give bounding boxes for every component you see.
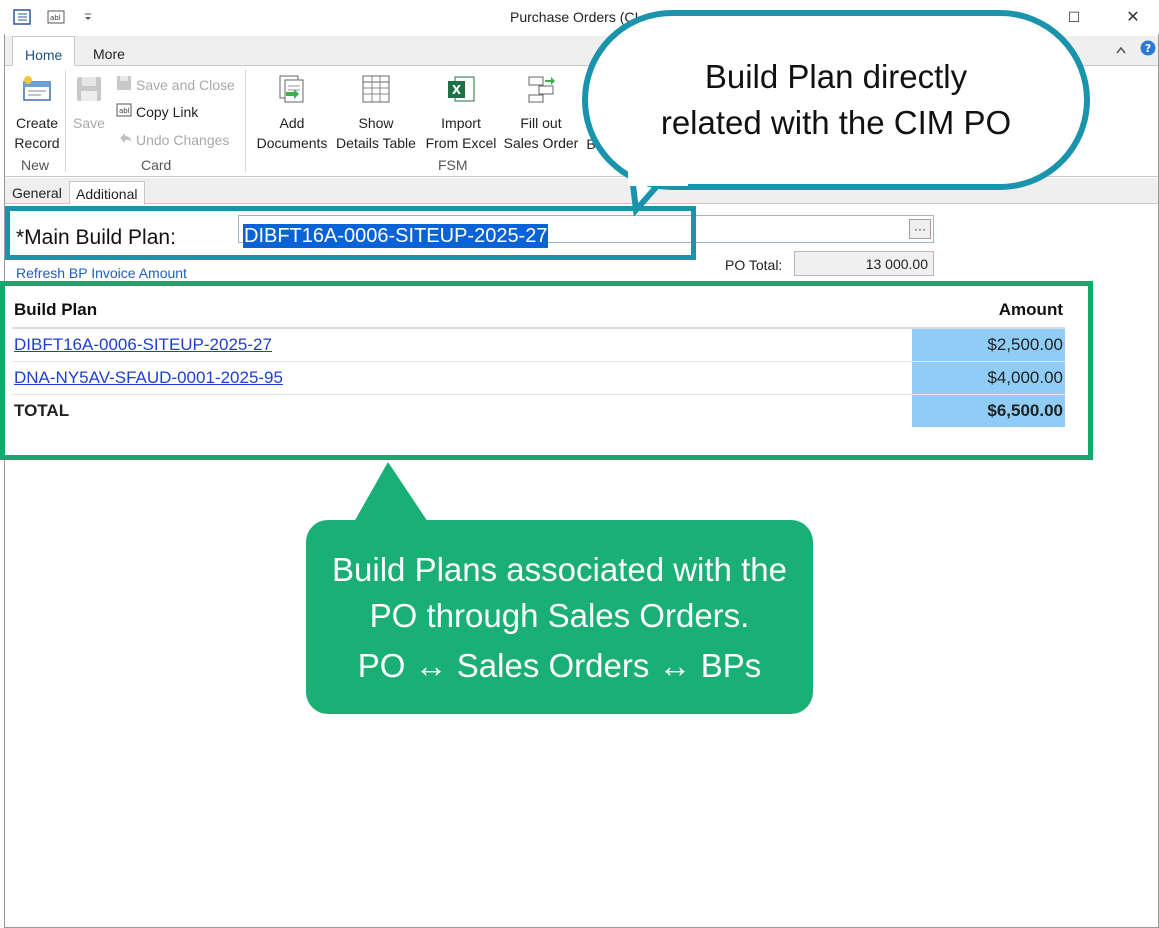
tab-more[interactable]: More (81, 36, 137, 67)
group-separator (245, 70, 246, 172)
copy-link-button[interactable]: abl Copy Link (116, 103, 198, 120)
highlight-main-build-plan (5, 206, 696, 260)
dropdown-arrow-icon[interactable] (78, 8, 98, 26)
show-details-table-button[interactable]: Show Details Table (333, 74, 419, 153)
link-icon: abl (116, 103, 132, 120)
undo-changes-button[interactable]: Undo Changes (116, 131, 229, 148)
text-field-icon[interactable]: abl (46, 8, 66, 26)
help-icon[interactable]: ? (1140, 40, 1156, 59)
add-documents-icon (252, 74, 332, 109)
highlight-build-plan-table (0, 281, 1093, 460)
save-and-close-button[interactable]: Save and Close (116, 75, 235, 94)
add-documents-button[interactable]: Add Documents (252, 74, 332, 153)
group-separator (65, 70, 66, 172)
save-button[interactable]: Save (71, 74, 107, 133)
undo-icon (116, 131, 132, 148)
callout-build-plans: Build Plans associated with the PO throu… (306, 520, 813, 714)
tab-home[interactable]: Home (12, 36, 76, 67)
fill-out-sales-order-button[interactable]: Fill out Sales Order (501, 74, 581, 153)
excel-icon: X (423, 74, 499, 109)
po-total-label: PO Total: (725, 257, 783, 273)
collapse-ribbon-icon[interactable] (1115, 42, 1127, 58)
lookup-button[interactable]: ··· (909, 219, 931, 239)
blue-callout-tail-mask (628, 170, 688, 186)
svg-text:abl: abl (119, 107, 130, 115)
tab-general[interactable]: General (6, 181, 68, 205)
sales-order-icon (501, 74, 581, 109)
green-callout-pointer (354, 462, 428, 522)
close-button[interactable]: ✕ (1120, 6, 1146, 28)
maximize-button[interactable]: ☐ (1061, 6, 1087, 28)
create-record-button[interactable]: Create Record (11, 74, 63, 153)
svg-text:abl: abl (50, 14, 61, 22)
new-record-icon (11, 74, 63, 109)
save-icon (71, 74, 107, 109)
form-icon[interactable] (12, 8, 32, 26)
tab-additional[interactable]: Additional (69, 181, 145, 205)
refresh-bp-invoice-link[interactable]: Refresh BP Invoice Amount (16, 265, 187, 281)
group-label-fsm: FSM (438, 157, 468, 173)
svg-text:X: X (452, 83, 462, 97)
save-close-icon (116, 75, 132, 94)
window-title: Purchase Orders (CI (510, 9, 639, 25)
group-label-new: New (21, 157, 50, 173)
svg-text:?: ? (1145, 42, 1151, 55)
table-icon (333, 74, 419, 109)
group-label-card: Card (141, 157, 172, 173)
import-from-excel-button[interactable]: X Import From Excel (423, 74, 499, 153)
po-total-value: 13 000.00 (794, 251, 934, 276)
callout-main-build-plan: Build Plan directly related with the CIM… (582, 10, 1090, 190)
